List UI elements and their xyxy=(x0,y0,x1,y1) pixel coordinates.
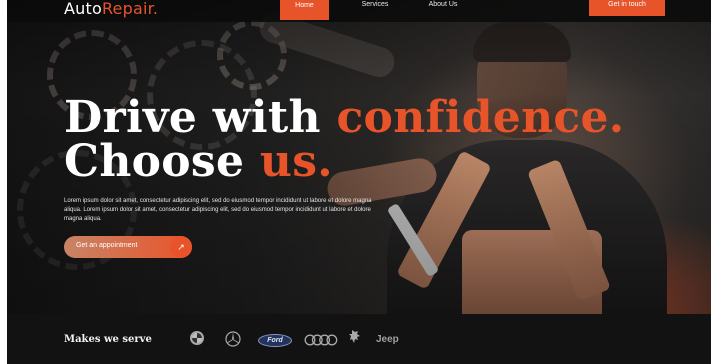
hero-section: Drive with confidence. Choose us. Lorem … xyxy=(7,0,711,330)
headline-accent: us. xyxy=(259,136,333,187)
arrow-up-right-icon: ↗ xyxy=(170,236,192,258)
page-frame: Drive with confidence. Choose us. Lorem … xyxy=(7,0,711,364)
headline-accent: confidence. xyxy=(336,92,625,143)
site-logo[interactable]: AutoRepair. xyxy=(64,0,158,18)
brands-strip: Makes we serve Ford Jeep xyxy=(7,314,711,364)
peugeot-logo xyxy=(348,329,362,348)
nav-link-services[interactable]: Services xyxy=(353,0,397,20)
brands-title: Makes we serve xyxy=(64,334,152,345)
top-navbar: AutoRepair. Home Services About Us Get i… xyxy=(7,0,711,22)
get-in-touch-button[interactable]: Get in touch xyxy=(589,0,665,16)
hero-headline: Drive with confidence. Choose us. xyxy=(64,96,624,184)
jeep-logo: Jeep xyxy=(376,334,399,345)
logo-main-text: Auto xyxy=(64,0,102,18)
cta-label: Get an appointment xyxy=(76,242,138,249)
bmw-logo xyxy=(190,331,204,345)
nav-link-home[interactable]: Home xyxy=(280,0,329,20)
logo-accent-text: Repair. xyxy=(101,0,159,18)
nav-link-about-us[interactable]: About Us xyxy=(421,0,465,20)
hero-description: Lorem ipsum dolor sit amet, consectetur … xyxy=(64,198,372,222)
mercedes-logo xyxy=(225,331,241,347)
audi-logo xyxy=(304,334,338,346)
ford-logo: Ford xyxy=(258,334,292,347)
headline-text: Choose xyxy=(64,136,245,187)
headline-line-1: Drive with confidence. xyxy=(64,96,624,140)
get-appointment-button[interactable]: Get an appointment ↗ xyxy=(64,236,192,258)
headline-line-2: Choose us. xyxy=(64,140,624,184)
